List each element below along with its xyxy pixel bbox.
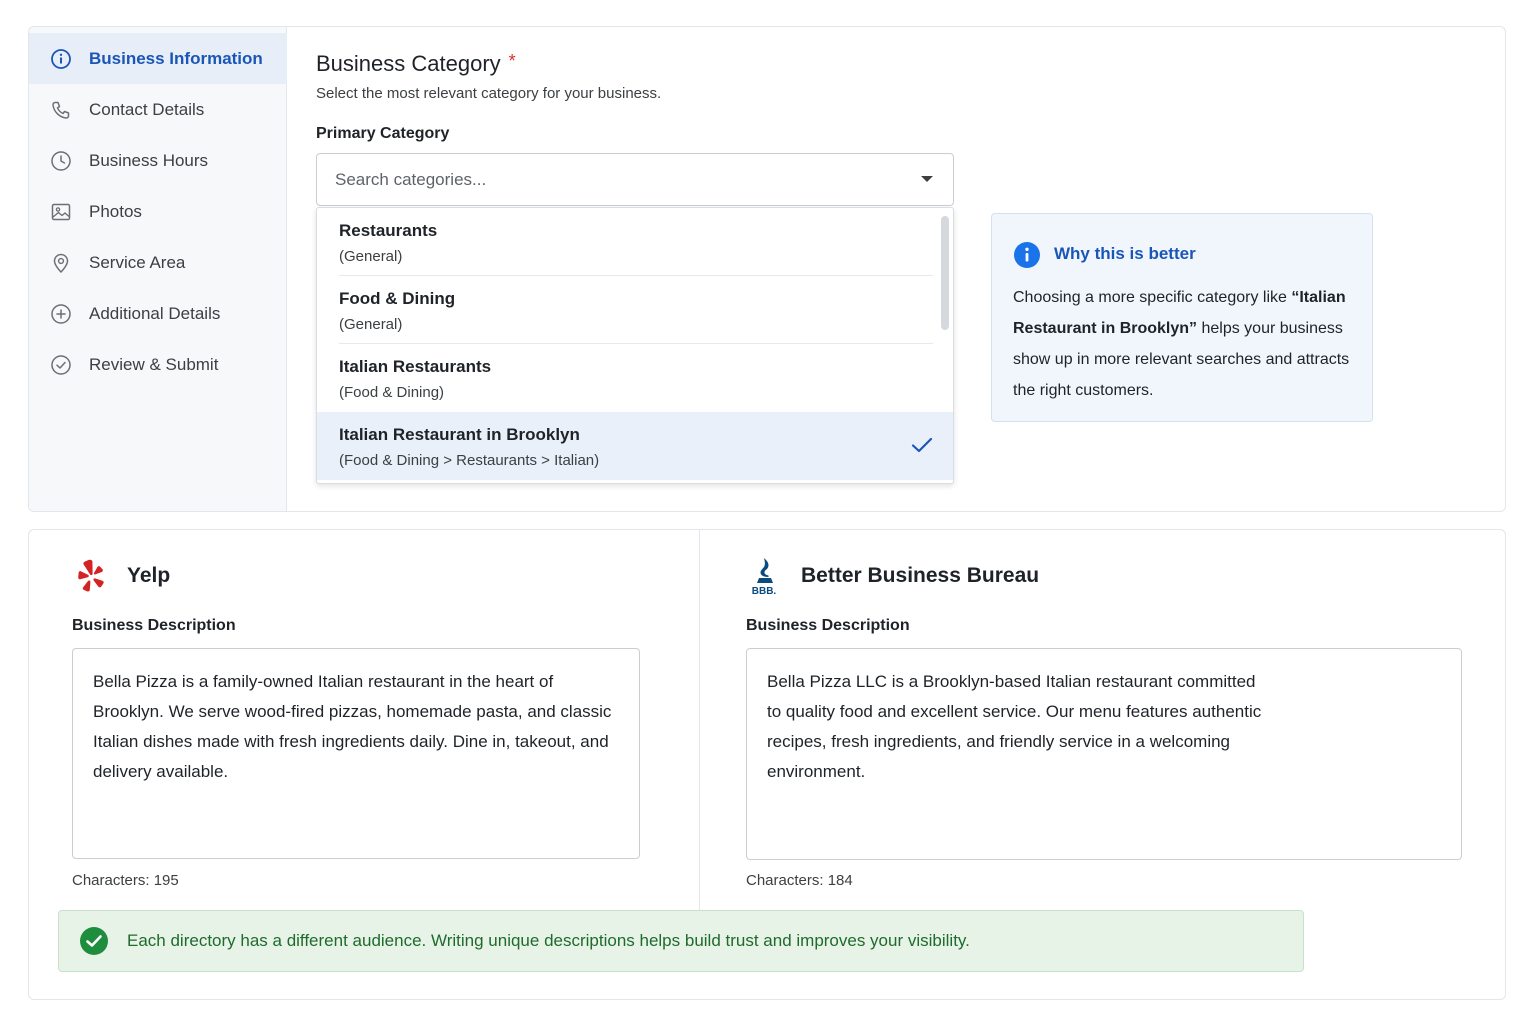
description-text: Bella Pizza is a family-owned Italian re… <box>93 672 612 781</box>
category-option[interactable]: Restaurants (General) <box>317 208 953 276</box>
yelp-description-textarea[interactable]: Bella Pizza is a family-owned Italian re… <box>72 648 640 859</box>
dropdown-scrollbar[interactable] <box>941 216 949 330</box>
info-filled-icon <box>1013 241 1041 274</box>
section-subtitle: Select the most relevant category for yo… <box>316 85 662 102</box>
option-name: Restaurants <box>339 221 438 240</box>
category-search-input[interactable]: Search categories... <box>316 153 954 206</box>
sidebar-item-additional-details[interactable]: Additional Details <box>29 288 287 339</box>
sidebar-item-business-information[interactable]: Business Information <box>29 33 287 84</box>
bbb-character-count: Characters: 184 <box>746 872 853 889</box>
success-message-bar: Each directory has a different audience.… <box>58 910 1304 972</box>
search-placeholder: Search categories... <box>335 169 487 189</box>
category-dropdown-list: Restaurants (General) Food & Dining (Gen… <box>316 207 954 484</box>
category-section: Business Category * Select the most relev… <box>316 27 1505 511</box>
check-circle-icon <box>49 353 73 377</box>
sidebar-item-label: Business Information <box>89 48 263 68</box>
sidebar-item-label: Business Hours <box>89 150 209 170</box>
success-check-icon <box>79 926 109 956</box>
info-card-title: Why this is better <box>1054 244 1196 263</box>
directory-descriptions-panel: Yelp Business Description Bella Pizza is… <box>28 529 1506 1000</box>
option-name: Italian Restaurant in Brooklyn <box>339 425 580 444</box>
option-name: Italian Restaurants <box>339 357 492 376</box>
sidebar-item-label: Additional Details <box>89 303 221 323</box>
description-label: Business Description <box>746 617 910 634</box>
svg-text:BBB.: BBB. <box>752 586 777 597</box>
option-path: (General) <box>339 248 403 265</box>
directory-name-yelp: Yelp <box>127 564 171 587</box>
option-path: (General) <box>339 316 403 333</box>
section-title-text: Business Category <box>316 51 501 76</box>
category-option[interactable]: Italian Restaurants (Food & Dining) <box>317 344 953 412</box>
sidebar-item-business-hours[interactable]: Business Hours <box>29 135 287 186</box>
location-pin-icon <box>49 251 73 275</box>
success-message-text: Each directory has a different audience.… <box>127 931 970 950</box>
phone-icon <box>49 98 73 122</box>
category-option[interactable]: Food & Dining (General) <box>317 276 953 344</box>
description-label: Business Description <box>72 617 236 634</box>
yelp-logo-icon <box>75 558 107 599</box>
sidebar-item-label: Review & Submit <box>89 354 219 374</box>
sidebar-item-service-area[interactable]: Service Area <box>29 237 287 288</box>
sidebar-item-label: Photos <box>89 201 142 221</box>
bbb-logo-icon: BBB. <box>749 557 779 602</box>
required-indicator: * <box>508 51 516 71</box>
column-divider <box>699 530 700 911</box>
sidebar-item-label: Service Area <box>89 252 186 272</box>
why-better-info-card: Why this is better Choosing a more speci… <box>991 213 1373 422</box>
option-path: (Food & Dining) <box>339 384 445 401</box>
category-option-selected[interactable]: Italian Restaurant in Brooklyn (Food & D… <box>317 412 953 480</box>
option-name: Food & Dining <box>339 289 456 308</box>
sidebar-item-review-submit[interactable]: Review & Submit <box>29 339 287 390</box>
info-body-text: Choosing a more specific category like <box>1013 289 1292 306</box>
primary-category-label: Primary Category <box>316 125 450 142</box>
info-card-body: Choosing a more specific category like “… <box>1013 282 1353 406</box>
page-title: Business Category * <box>316 51 516 77</box>
sidebar-item-photos[interactable]: Photos <box>29 186 287 237</box>
bbb-description-textarea[interactable]: Bella Pizza LLC is a Brooklyn-based Ital… <box>746 648 1462 860</box>
directory-name-bbb: Better Business Bureau <box>801 564 1040 587</box>
sidebar-item-contact-details[interactable]: Contact Details <box>29 84 287 135</box>
yelp-character-count: Characters: 195 <box>72 872 179 889</box>
sidebar-item-label: Contact Details <box>89 99 205 119</box>
image-icon <box>49 200 73 224</box>
checkmark-icon <box>911 436 933 459</box>
option-path: (Food & Dining > Restaurants > Italian) <box>339 452 600 469</box>
business-info-panel: Business Information Contact Details Bus… <box>28 26 1506 512</box>
description-text: Bella Pizza LLC is a Brooklyn-based Ital… <box>767 672 1262 781</box>
plus-circle-icon <box>49 302 73 326</box>
info-icon <box>49 47 73 71</box>
chevron-down-icon[interactable] <box>921 176 933 182</box>
clock-icon <box>49 149 73 173</box>
sidebar: Business Information Contact Details Bus… <box>29 27 287 511</box>
